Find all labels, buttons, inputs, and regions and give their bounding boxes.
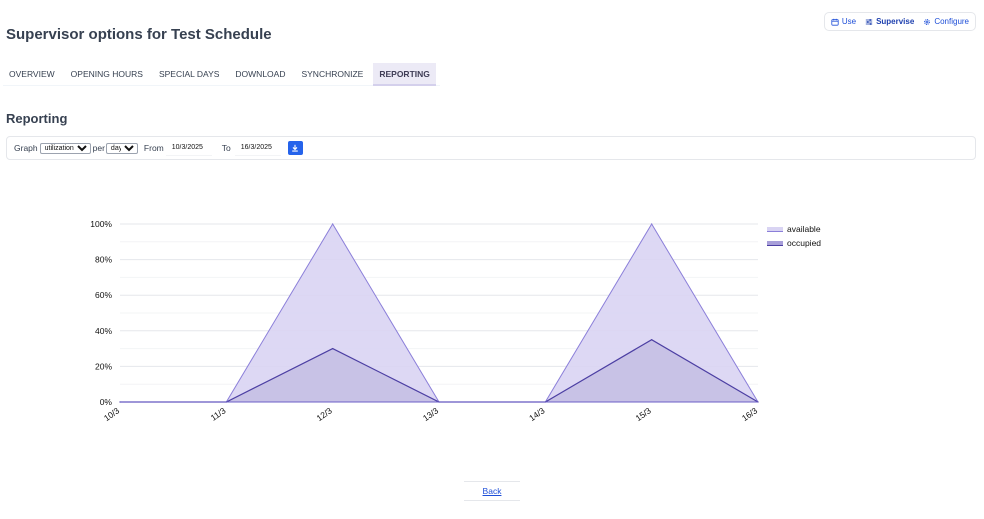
supervise-link[interactable]: Supervise bbox=[865, 17, 914, 26]
download-icon bbox=[292, 144, 299, 152]
line-available bbox=[120, 223, 759, 403]
per-label: per bbox=[92, 143, 105, 153]
legend-label-available: available bbox=[787, 224, 821, 234]
report-controls: Graph utilization per day From To bbox=[6, 136, 976, 160]
point-occupied bbox=[757, 401, 759, 403]
calendar-icon bbox=[831, 18, 839, 26]
page-title: Supervisor options for Test Schedule bbox=[6, 26, 272, 43]
tab-special-days[interactable]: SPECIAL DAYS bbox=[153, 63, 225, 86]
y-tick-label: 40% bbox=[95, 326, 112, 336]
x-tick-label: 14/3 bbox=[527, 405, 547, 423]
x-tick-label: 15/3 bbox=[634, 405, 654, 423]
point-available bbox=[225, 401, 227, 403]
legend-item-occupied: occupied bbox=[767, 236, 821, 250]
area-occupied bbox=[120, 339, 758, 402]
tab-opening-hours[interactable]: OPENING HOURS bbox=[65, 63, 149, 86]
use-label: Use bbox=[841, 17, 857, 26]
point-occupied bbox=[651, 339, 653, 341]
legend-label-occupied: occupied bbox=[787, 238, 822, 248]
mode-switcher: Use Supervise Configure bbox=[823, 12, 976, 31]
configure-link[interactable]: Configure bbox=[923, 17, 969, 26]
supervise-label: Supervise bbox=[876, 17, 915, 26]
to-label: To bbox=[221, 143, 231, 153]
point-occupied bbox=[225, 401, 227, 403]
y-tick-label: 20% bbox=[95, 361, 112, 371]
x-tick-label: 11/3 bbox=[209, 405, 228, 422]
point-occupied bbox=[438, 401, 440, 403]
to-date-input[interactable] bbox=[234, 140, 281, 156]
x-tick-label: 12/3 bbox=[315, 405, 335, 423]
point-available bbox=[544, 401, 546, 403]
point-occupied bbox=[544, 401, 546, 403]
chart-legend: available occupied bbox=[767, 222, 821, 250]
tab-reporting[interactable]: REPORTING bbox=[373, 63, 436, 86]
point-available bbox=[332, 223, 334, 225]
x-tick-label: 10/3 bbox=[102, 405, 122, 423]
download-button[interactable] bbox=[287, 141, 303, 155]
gear-icon bbox=[924, 18, 931, 25]
legend-item-available: available bbox=[767, 222, 821, 236]
x-tick-label: 13/3 bbox=[421, 405, 441, 423]
section-title: Reporting bbox=[6, 111, 68, 126]
point-available bbox=[651, 223, 653, 225]
sliders-icon bbox=[865, 18, 873, 25]
line-occupied bbox=[120, 339, 759, 403]
per-select[interactable]: day bbox=[105, 142, 138, 154]
graph-label: Graph bbox=[14, 143, 38, 153]
tab-synchronize[interactable]: SYNCHRONIZE bbox=[295, 63, 369, 86]
y-tick-label: 80% bbox=[95, 255, 112, 265]
from-label: From bbox=[143, 143, 164, 153]
legend-swatch-occupied bbox=[767, 240, 783, 246]
graph-select[interactable]: utilization bbox=[39, 142, 91, 154]
back-link[interactable]: Back bbox=[464, 481, 520, 501]
y-tick-label: 60% bbox=[95, 290, 112, 300]
tab-overview[interactable]: OVERVIEW bbox=[3, 63, 61, 86]
point-available bbox=[757, 401, 759, 403]
point-available bbox=[119, 401, 121, 403]
area-available bbox=[120, 224, 758, 402]
tab-bar: OVERVIEW OPENING HOURS SPECIAL DAYS DOWN… bbox=[3, 63, 440, 86]
legend-swatch-available bbox=[767, 226, 783, 232]
configure-label: Configure bbox=[934, 17, 969, 26]
tab-download[interactable]: DOWNLOAD bbox=[229, 63, 291, 86]
point-occupied bbox=[332, 348, 334, 350]
use-link[interactable]: Use bbox=[831, 17, 856, 26]
y-tick-label: 100% bbox=[90, 219, 112, 229]
point-available bbox=[438, 401, 440, 403]
y-tick-label: 0% bbox=[100, 397, 113, 407]
x-tick-label: 16/3 bbox=[740, 405, 760, 423]
point-occupied bbox=[119, 401, 121, 403]
from-date-input[interactable] bbox=[165, 140, 212, 156]
